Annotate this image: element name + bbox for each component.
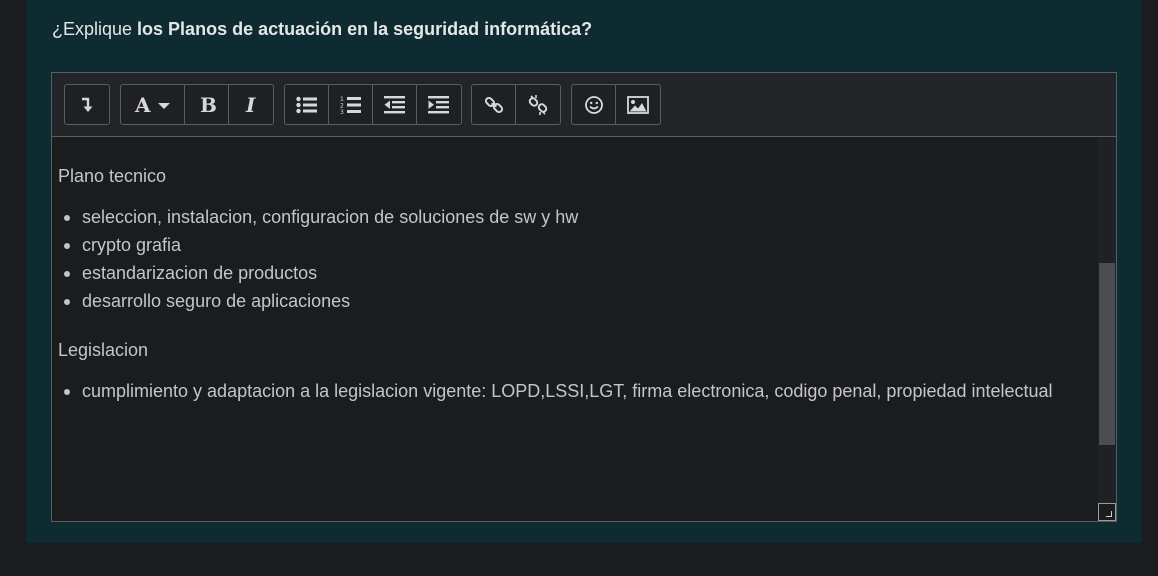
question-bold: los Planos de actuación en la seguridad … (137, 19, 593, 39)
question-card: ¿Explique los Planos de actuación en la … (26, 0, 1142, 543)
bullet-list-icon (295, 96, 317, 113)
indent-button[interactable] (417, 85, 461, 124)
scrollbar-thumb[interactable] (1099, 263, 1115, 445)
svg-text:B: B (200, 95, 216, 115)
toolbar-group-links (471, 84, 561, 125)
rich-text-editor[interactable]: A B I 1 2 3 Plano tecnico seleccion, ins… (51, 72, 1117, 522)
list-item: cumplimiento y adaptacion a la legislaci… (58, 377, 1098, 405)
list-item: seleccion, instalacion, configuracion de… (58, 203, 1098, 231)
image-button[interactable] (616, 85, 660, 124)
toolbar-group-lists: 1 2 3 (284, 84, 462, 125)
outdent-icon (383, 95, 405, 113)
question-prefix: ¿Explique (52, 19, 138, 39)
italic-button[interactable]: I (229, 85, 273, 124)
bullet-list-button[interactable] (285, 85, 329, 124)
font-style-button[interactable]: A (121, 85, 185, 124)
bold-button[interactable]: B (185, 85, 229, 124)
svg-text:I: I (245, 95, 256, 115)
link-icon (484, 96, 503, 113)
editor-toolbar: A B I 1 2 3 (52, 73, 1116, 137)
bullet-list-plano-tecnico: seleccion, instalacion, configuracion de… (58, 203, 1098, 315)
link-button[interactable] (472, 85, 516, 124)
bold-icon: B (200, 95, 216, 115)
toolbar-group-expand (64, 84, 110, 125)
numbered-list-icon: 1 2 3 (340, 96, 361, 115)
list-item: estandarizacion de productos (58, 259, 1098, 287)
unlink-button[interactable] (516, 85, 560, 124)
font-icon: A (134, 95, 170, 115)
bullet-list-legislacion: cumplimiento y adaptacion a la legislaci… (58, 377, 1098, 405)
toolbar-group-format: A B I (120, 84, 274, 125)
svg-text:A: A (134, 95, 151, 115)
section-title-legislacion: Legislacion (58, 340, 149, 360)
numbered-list-button[interactable]: 1 2 3 (329, 85, 373, 124)
list-item: crypto grafia (58, 231, 1098, 259)
list-item: desarrollo seguro de aplicaciones (58, 287, 1098, 315)
resize-handle[interactable] (1098, 503, 1116, 521)
outdent-button[interactable] (373, 85, 417, 124)
editor-scrollbar[interactable] (1098, 138, 1116, 521)
italic-icon: I (245, 95, 256, 115)
section-title-plano-tecnico: Plano tecnico (58, 166, 167, 186)
svg-text:3: 3 (340, 109, 344, 115)
expand-toolbar-button[interactable] (65, 85, 109, 124)
emoji-icon (584, 95, 603, 114)
expand-icon (82, 97, 93, 112)
toolbar-group-media (571, 84, 661, 125)
indent-icon (428, 95, 449, 113)
image-icon (627, 95, 649, 114)
unlink-icon (528, 94, 548, 115)
editor-content[interactable]: Plano tecnico seleccion, instalacion, co… (52, 138, 1098, 521)
emoji-button[interactable] (572, 85, 616, 124)
question-text: ¿Explique los Planos de actuación en la … (52, 19, 592, 40)
